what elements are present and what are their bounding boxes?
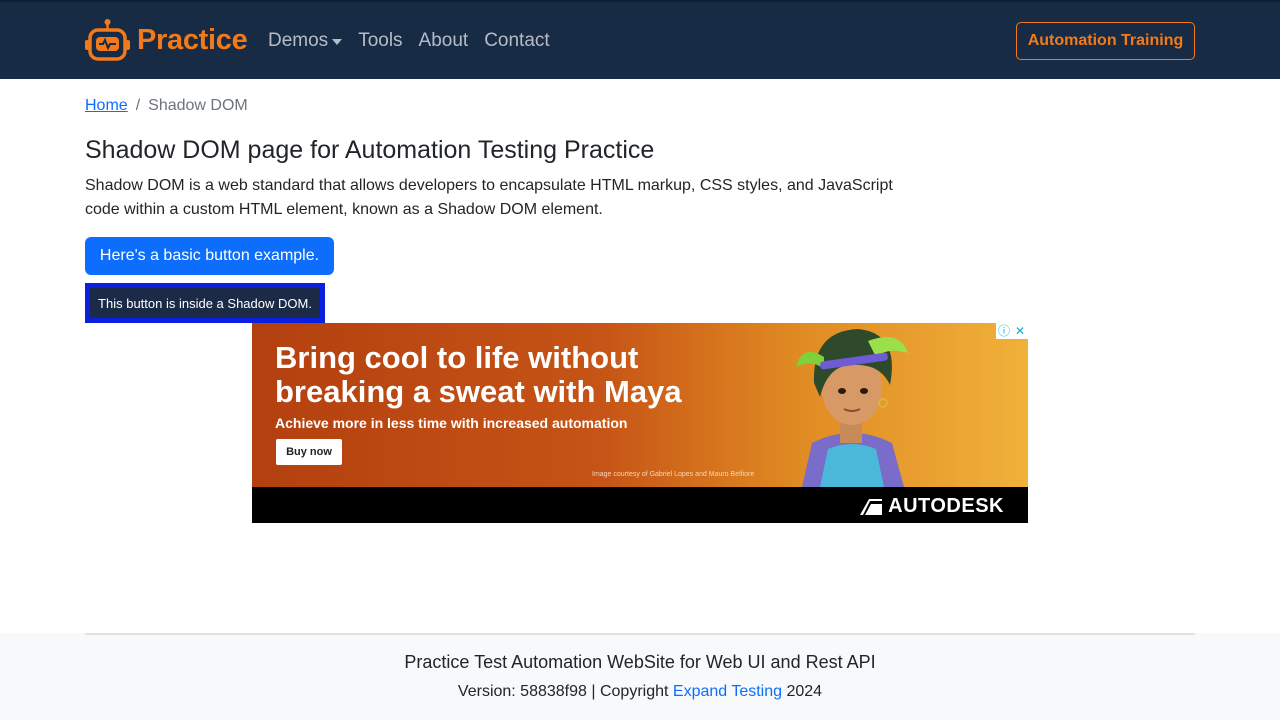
caret-down-icon: [332, 39, 343, 45]
ad-info-icon[interactable]: ⓘ: [996, 323, 1012, 339]
intro-paragraph: Shadow DOM is a web standard that allows…: [85, 177, 893, 218]
ad-buy-now-button[interactable]: Buy now: [276, 439, 342, 465]
footer-version-text: Version: 58838f98 | Copyright: [457, 683, 673, 700]
ad-controls: ⓘ ✕: [996, 323, 1028, 339]
footer-version: Version: 58838f98 | Copyright Expand Tes…: [0, 683, 1280, 701]
breadcrumb-current: Shadow DOM: [148, 97, 248, 114]
shadow-dom-button[interactable]: This button is inside a Shadow DOM.: [90, 288, 320, 318]
breadcrumb-home-link[interactable]: Home: [85, 97, 128, 115]
footer-company-link[interactable]: Expand Testing: [673, 683, 782, 700]
shadow-dom-host: This button is inside a Shadow DOM.: [85, 283, 325, 323]
page-title: Shadow DOM page for Automation Testing P…: [85, 136, 655, 164]
automation-training-button[interactable]: Automation Training: [1016, 22, 1195, 60]
page-footer: Practice Test Automation WebSite for Web…: [0, 633, 1280, 720]
ad-brand: AUTODESK: [860, 495, 1004, 518]
robot-logo-icon: [85, 19, 130, 61]
ad-character-illustration: [796, 329, 908, 487]
breadcrumb: Home / Shadow DOM: [85, 97, 248, 115]
brand-name: Practice: [137, 23, 248, 56]
footer-title: Practice Test Automation WebSite for Web…: [404, 652, 876, 672]
advertisement-banner[interactable]: Bring cool to life without breaking a sw…: [252, 323, 1028, 523]
ad-brand-name: AUTODESK: [888, 495, 1004, 517]
ad-close-icon[interactable]: ✕: [1012, 323, 1028, 339]
breadcrumb-separator: /: [135, 97, 141, 114]
nav-contact[interactable]: Contact: [484, 30, 549, 52]
ad-headline: Bring cool to life without breaking a sw…: [275, 340, 682, 409]
brand-link[interactable]: Practice: [85, 18, 248, 62]
footer-year: 2024: [782, 683, 823, 700]
nav-demos-dropdown[interactable]: Demos: [268, 30, 343, 52]
autodesk-logo-icon: [860, 498, 883, 515]
ad-subline: Achieve more in less time with increased…: [275, 415, 628, 431]
basic-example-button[interactable]: Here's a basic button example.: [85, 237, 334, 275]
nav-about[interactable]: About: [419, 30, 469, 52]
nav-tools[interactable]: Tools: [358, 30, 402, 52]
top-navbar: Practice Demos Tools About Contact Autom…: [0, 0, 1280, 79]
ad-image-credit: Image courtesy of Gabriel Lopes and Maur…: [592, 471, 755, 478]
ad-footer-bar: AUTODESK: [252, 487, 1028, 523]
footer-divider: [85, 633, 1195, 635]
nav-links: Demos Tools About Contact: [268, 30, 566, 52]
nav-demos-label: Demos: [268, 30, 329, 51]
